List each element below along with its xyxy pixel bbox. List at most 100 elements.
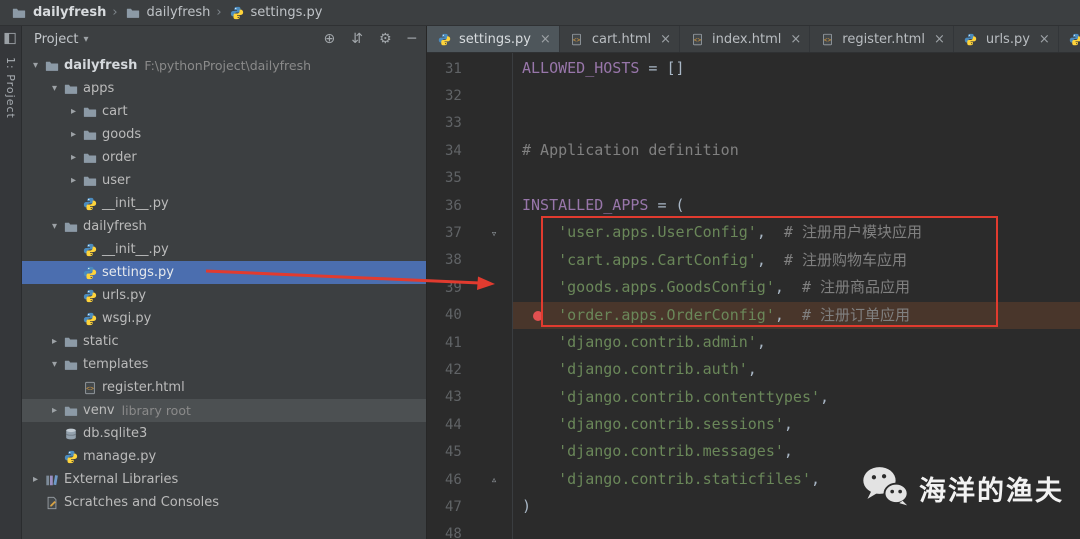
code-token: 'django.contrib.messages' — [558, 442, 784, 461]
expand-arrow-icon[interactable]: ▸ — [47, 336, 62, 347]
tree-item-init-py[interactable]: __init__.py — [22, 238, 426, 261]
stripe-project-label[interactable]: 1: Project — [4, 57, 17, 119]
tree-item-static[interactable]: ▸ static — [22, 330, 426, 353]
code-token: , — [783, 415, 793, 434]
code-token: , — [783, 442, 793, 461]
folder-icon — [62, 358, 80, 372]
folder-icon — [62, 82, 80, 96]
code-token: 'user.apps.UserConfig' — [558, 223, 757, 242]
breadcrumb-item-dailyfresh[interactable]: dailyfresh — [122, 0, 213, 25]
expand-arrow-icon[interactable]: ▾ — [47, 221, 62, 232]
code-token: , — [820, 387, 830, 406]
folder-icon — [62, 335, 80, 349]
expand-arrow-icon[interactable]: ▾ — [28, 60, 43, 71]
gutter-row: 33 — [427, 110, 512, 137]
tab-label: index.html — [712, 31, 782, 47]
tree-item-register-html[interactable]: <> register.html — [22, 376, 426, 399]
code-line-37[interactable]: 'user.apps.UserConfig', # 注册用户模块应用 — [513, 219, 1080, 246]
tree-item-label: External Libraries — [64, 472, 179, 487]
settings-gear-icon[interactable]: ⚙ — [379, 31, 392, 47]
close-icon[interactable]: × — [1039, 32, 1050, 47]
collapse-all-icon[interactable]: ⇵ — [351, 31, 363, 47]
tree-item-external-libraries[interactable]: ▸ External Libraries — [22, 468, 426, 491]
breadcrumb-item-settings-py[interactable]: settings.py — [226, 0, 325, 25]
tab-register-html[interactable]: <> register.html × — [810, 26, 954, 52]
code-line-39[interactable]: 'goods.apps.GoodsConfig', # 注册商品应用 — [513, 274, 1080, 301]
fold-marker-icon[interactable]: ▵ — [479, 473, 509, 486]
code-line-41[interactable]: 'django.contrib.admin', — [513, 329, 1080, 356]
hide-panel-icon[interactable]: ─ — [408, 31, 416, 47]
tree-item-dailyfresh[interactable]: ▾ dailyfresh F:\pythonProject\dailyfresh — [22, 54, 426, 77]
tree-item-subtext: library root — [121, 403, 191, 418]
code-token: 'goods.apps.GoodsConfig' — [558, 278, 775, 297]
tab-cart-html[interactable]: <> cart.html × — [560, 26, 681, 52]
close-icon[interactable]: × — [934, 32, 945, 47]
code-line-38[interactable]: 'cart.apps.CartConfig', # 注册购物车应用 — [513, 247, 1080, 274]
code-line-42[interactable]: 'django.contrib.auth', — [513, 356, 1080, 383]
line-number: 36 — [445, 197, 462, 214]
gutter-row: 39 — [427, 274, 512, 301]
tree-item-db-sqlite3[interactable]: db.sqlite3 — [22, 422, 426, 445]
wechat-icon — [861, 464, 909, 512]
close-icon[interactable]: × — [540, 32, 551, 47]
tree-item-urls-py[interactable]: urls.py — [22, 284, 426, 307]
locate-icon[interactable]: ⊕ — [324, 31, 336, 47]
code-line-48[interactable] — [513, 521, 1080, 539]
gutter-row: 45 — [427, 438, 512, 465]
tree-item-user[interactable]: ▸ user — [22, 169, 426, 192]
tab-views-py[interactable]: views.py× — [1059, 26, 1080, 52]
code-line-36[interactable]: INSTALLED_APPS = ( — [513, 192, 1080, 219]
code-line-33[interactable] — [513, 110, 1080, 137]
tree-item-scratches-and-consoles[interactable]: Scratches and Consoles — [22, 491, 426, 514]
gutter-row: 44 — [427, 411, 512, 438]
code-line-45[interactable]: 'django.contrib.messages', — [513, 438, 1080, 465]
close-icon[interactable]: × — [790, 32, 801, 47]
breakpoint-icon[interactable] — [533, 310, 543, 321]
tree-item-goods[interactable]: ▸ goods — [22, 123, 426, 146]
expand-arrow-icon[interactable]: ▸ — [66, 152, 81, 163]
tree-item-label: dailyfresh — [64, 58, 138, 73]
code-line-32[interactable] — [513, 82, 1080, 109]
expand-arrow-icon[interactable]: ▸ — [28, 474, 43, 485]
tree-item-templates[interactable]: ▾ templates — [22, 353, 426, 376]
gutter-row: 43 — [427, 384, 512, 411]
code-line-44[interactable]: 'django.contrib.sessions', — [513, 411, 1080, 438]
tree-item-venv[interactable]: ▸ venv library root — [22, 399, 426, 422]
fold-marker-icon[interactable]: ▿ — [479, 227, 509, 240]
project-dropdown[interactable]: Project — [34, 32, 78, 47]
tree-item-init-py[interactable]: __init__.py — [22, 192, 426, 215]
breadcrumb-item-dailyfresh[interactable]: dailyfresh — [8, 0, 108, 25]
code-line-34[interactable]: # Application definition — [513, 137, 1080, 164]
tab-index-html[interactable]: <> index.html × — [680, 26, 811, 52]
tree-item-subtext: F:\pythonProject\dailyfresh — [144, 58, 312, 73]
tree-item-wsgi-py[interactable]: wsgi.py — [22, 307, 426, 330]
tab-urls-py[interactable]: urls.py × — [954, 26, 1059, 52]
code-line-40[interactable]: 'order.apps.OrderConfig', # 注册订单应用 — [513, 301, 1080, 329]
tree-item-apps[interactable]: ▾ apps — [22, 77, 426, 100]
code-token: 'django.contrib.sessions' — [558, 415, 784, 434]
expand-arrow-icon[interactable]: ▾ — [47, 359, 62, 370]
tree-item-label: manage.py — [83, 449, 157, 464]
code-line-35[interactable] — [513, 165, 1080, 192]
expand-arrow-icon[interactable]: ▸ — [47, 405, 62, 416]
tree-item-label: settings.py — [102, 265, 174, 280]
code-line-31[interactable]: ALLOWED_HOSTS = [] — [513, 55, 1080, 82]
line-number: 41 — [445, 334, 462, 351]
expand-arrow-icon[interactable]: ▾ — [47, 83, 62, 94]
code-token: , — [756, 332, 766, 351]
expand-arrow-icon[interactable]: ▸ — [66, 129, 81, 140]
expand-arrow-icon[interactable]: ▸ — [66, 175, 81, 186]
tree-item-order[interactable]: ▸ order — [22, 146, 426, 169]
tree-item-manage-py[interactable]: manage.py — [22, 445, 426, 468]
tree-item-cart[interactable]: ▸ cart — [22, 100, 426, 123]
expand-arrow-icon[interactable]: ▸ — [66, 106, 81, 117]
close-icon[interactable]: × — [660, 32, 671, 47]
tab-settings-py[interactable]: settings.py × — [427, 26, 560, 52]
tool-window-stripe[interactable]: 1: Project — [0, 26, 22, 539]
tree-item-settings-py[interactable]: settings.py — [22, 261, 426, 284]
tree-item-dailyfresh[interactable]: ▾ dailyfresh — [22, 215, 426, 238]
code-line-43[interactable]: 'django.contrib.contenttypes', — [513, 384, 1080, 411]
